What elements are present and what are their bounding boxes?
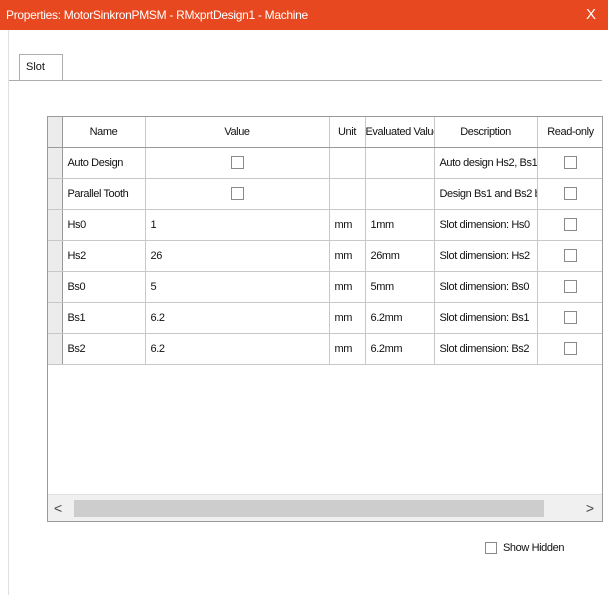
read-only-checkbox[interactable] [564, 156, 577, 169]
cell-description[interactable]: Slot dimension: Hs2 [434, 240, 538, 272]
cell-read-only[interactable] [537, 240, 602, 272]
close-icon[interactable]: X [586, 6, 596, 23]
cell-value[interactable]: 1 [145, 209, 330, 241]
read-only-checkbox[interactable] [564, 311, 577, 324]
table-row[interactable]: Hs2 26 mm 26mm Slot dimension: Hs2 [48, 240, 602, 272]
tab-slot[interactable]: Slot [19, 54, 63, 80]
read-only-checkbox[interactable] [564, 280, 577, 293]
cell-name[interactable]: Bs1 [62, 302, 146, 334]
horizontal-scrollbar[interactable]: < > [48, 494, 602, 521]
read-only-checkbox[interactable] [564, 187, 577, 200]
title-bar[interactable]: Properties: MotorSinkronPMSM - RMxprtDes… [0, 0, 608, 30]
dialog-body: Slot Name Value Unit Evaluated Value Des… [8, 30, 603, 595]
table-row[interactable]: Bs1 6.2 mm 6.2mm Slot dimension: Bs1 [48, 302, 602, 334]
read-only-checkbox[interactable] [564, 342, 577, 355]
cell-evaluated-value: 5mm [365, 271, 435, 303]
cell-value[interactable]: 5 [145, 271, 330, 303]
cell-unit[interactable]: mm [329, 271, 366, 303]
cell-unit[interactable]: mm [329, 240, 366, 272]
cell-value[interactable]: 6.2 [145, 302, 330, 334]
cell-value[interactable] [145, 147, 330, 179]
cell-unit[interactable]: mm [329, 333, 366, 365]
cell-evaluated-value [365, 178, 435, 210]
read-only-checkbox[interactable] [564, 249, 577, 262]
cell-description[interactable]: Slot dimension: Bs2 [434, 333, 538, 365]
row-header[interactable] [48, 209, 63, 241]
cell-evaluated-value: 1mm [365, 209, 435, 241]
cell-description[interactable]: Auto design Hs2, Bs1 a... [434, 147, 538, 179]
cell-read-only[interactable] [537, 209, 602, 241]
cell-description[interactable]: Slot dimension: Bs0 [434, 271, 538, 303]
row-header[interactable] [48, 178, 63, 210]
tab-divider [9, 80, 602, 81]
cell-evaluated-value [365, 147, 435, 179]
table-row[interactable]: Parallel Tooth Design Bs1 and Bs2 ba... [48, 178, 602, 210]
column-header-description[interactable]: Description [434, 117, 538, 148]
row-header[interactable] [48, 302, 63, 334]
read-only-checkbox[interactable] [564, 218, 577, 231]
cell-read-only[interactable] [537, 178, 602, 210]
show-hidden-label: Show Hidden [503, 542, 565, 554]
cell-name[interactable]: Bs2 [62, 333, 146, 365]
column-header-name[interactable]: Name [62, 117, 146, 148]
column-header-read-only[interactable]: Read-only [537, 117, 602, 148]
row-header[interactable] [48, 333, 63, 365]
cell-description[interactable]: Design Bs1 and Bs2 ba... [434, 178, 538, 210]
cell-read-only[interactable] [537, 147, 602, 179]
auto-design-checkbox[interactable] [230, 156, 244, 169]
property-table: Name Value Unit Evaluated Value Descript… [48, 117, 602, 365]
cell-name[interactable]: Auto Design [62, 147, 146, 179]
property-grid: Name Value Unit Evaluated Value Descript… [47, 116, 603, 522]
row-header[interactable] [48, 240, 63, 272]
show-hidden-checkbox[interactable] [485, 542, 497, 555]
cell-evaluated-value: 26mm [365, 240, 435, 272]
show-hidden-toggle[interactable]: Show Hidden [485, 542, 565, 555]
cell-read-only[interactable] [537, 302, 602, 334]
cell-description[interactable]: Slot dimension: Hs0 [434, 209, 538, 241]
column-header-value[interactable]: Value [145, 117, 330, 148]
table-row[interactable]: Bs0 5 mm 5mm Slot dimension: Bs0 [48, 271, 602, 303]
cell-unit[interactable]: mm [329, 209, 366, 241]
row-header[interactable] [48, 271, 63, 303]
row-header-corner [48, 117, 63, 148]
cell-value[interactable]: 26 [145, 240, 330, 272]
cell-description[interactable]: Slot dimension: Bs1 [434, 302, 538, 334]
cell-evaluated-value: 6.2mm [365, 302, 435, 334]
header-row: Name Value Unit Evaluated Value Descript… [48, 117, 602, 148]
table-row[interactable]: Bs2 6.2 mm 6.2mm Slot dimension: Bs2 [48, 333, 602, 365]
table-row[interactable]: Auto Design Auto design Hs2, Bs1 a... [48, 147, 602, 179]
column-header-unit[interactable]: Unit [329, 117, 366, 148]
cell-unit[interactable] [329, 178, 366, 210]
cell-name[interactable]: Parallel Tooth [62, 178, 146, 210]
cell-read-only[interactable] [537, 333, 602, 365]
cell-name[interactable]: Hs2 [62, 240, 146, 272]
scroll-left-icon[interactable]: < [54, 500, 62, 516]
cell-value[interactable] [145, 178, 330, 210]
cell-read-only[interactable] [537, 271, 602, 303]
cell-unit[interactable] [329, 147, 366, 179]
window-title: Properties: MotorSinkronPMSM - RMxprtDes… [6, 8, 308, 22]
scroll-right-icon[interactable]: > [586, 500, 594, 516]
parallel-tooth-checkbox[interactable] [230, 187, 244, 200]
cell-evaluated-value: 6.2mm [365, 333, 435, 365]
row-header[interactable] [48, 147, 63, 179]
scrollbar-thumb[interactable] [74, 500, 544, 517]
cell-unit[interactable]: mm [329, 302, 366, 334]
cell-name[interactable]: Hs0 [62, 209, 146, 241]
tab-label: Slot [26, 61, 45, 73]
cell-name[interactable]: Bs0 [62, 271, 146, 303]
column-header-evaluated-value[interactable]: Evaluated Value [365, 117, 435, 148]
cell-value[interactable]: 6.2 [145, 333, 330, 365]
table-row[interactable]: Hs0 1 mm 1mm Slot dimension: Hs0 [48, 209, 602, 241]
